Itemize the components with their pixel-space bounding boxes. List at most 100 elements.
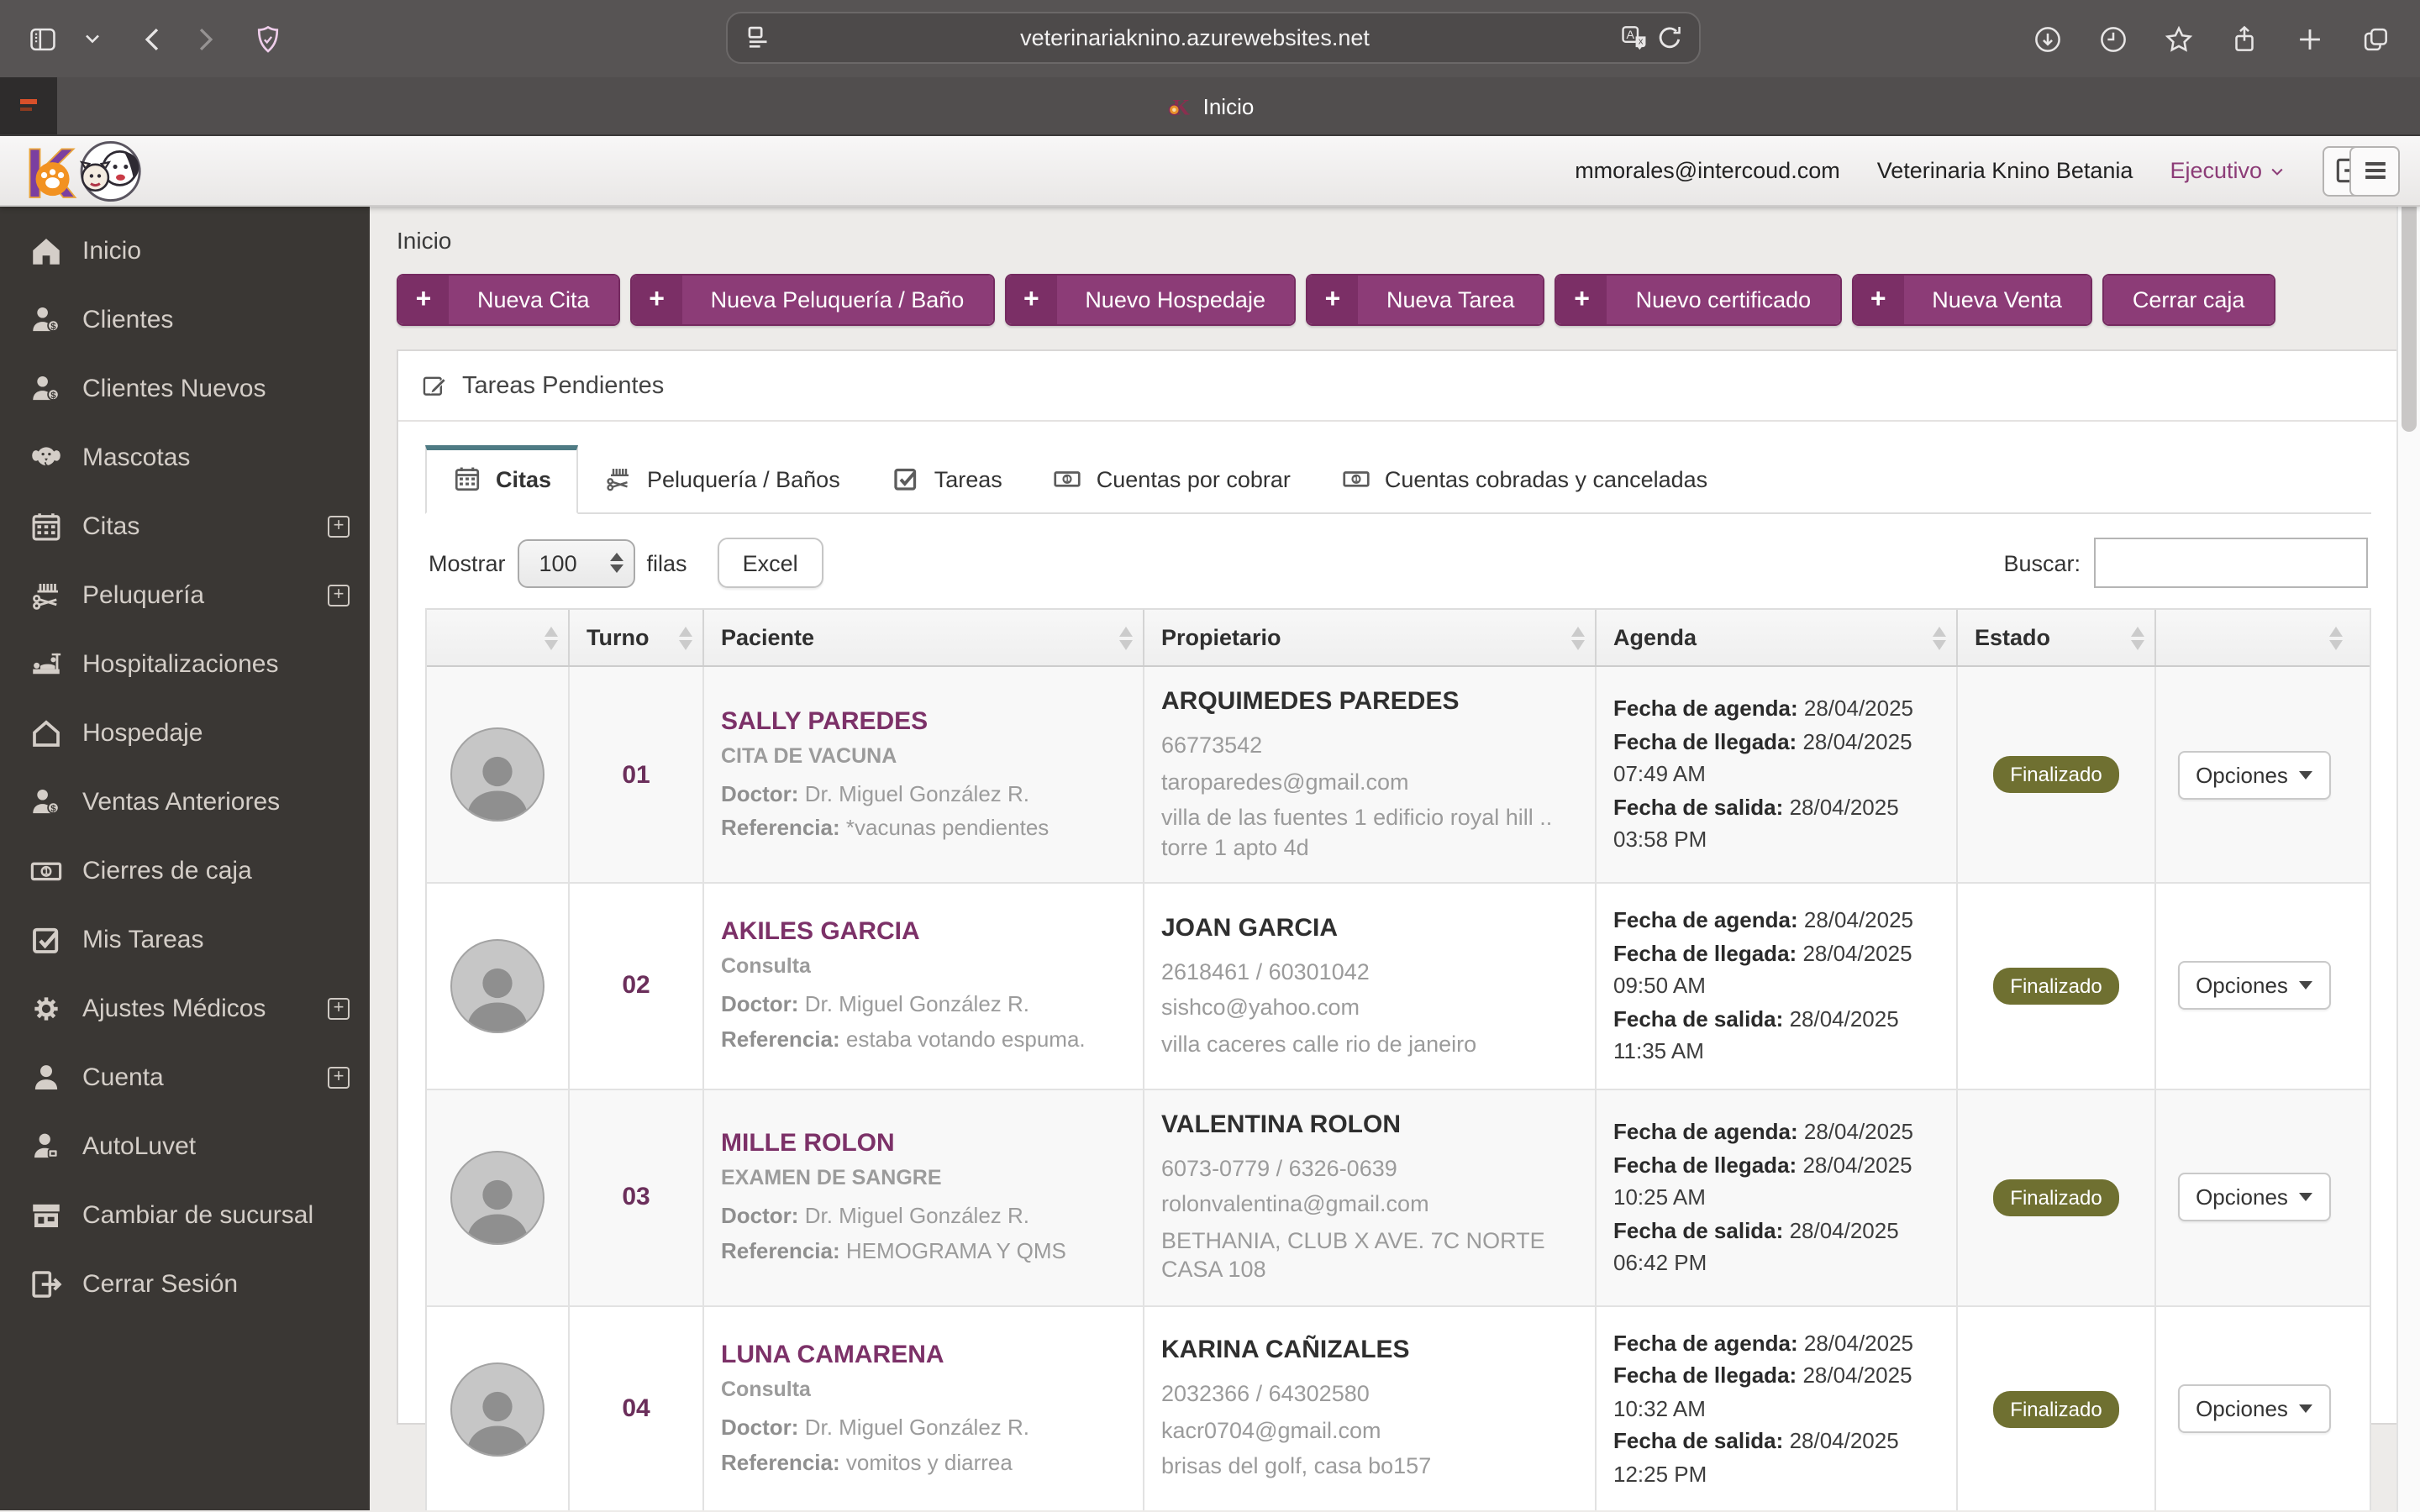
history-icon[interactable] — [2087, 13, 2138, 64]
table-row: 01 SALLY PAREDES CITA DE VACUNA Doctor: … — [427, 667, 2370, 885]
sidebar-item-peluqueria[interactable]: Peluquería + — [0, 561, 370, 630]
user-email: mmorales@intercoud.com — [1575, 158, 1840, 183]
panel-header: Tareas Pendientes — [398, 351, 2398, 422]
sidebar-item-ajustes-medicos[interactable]: Ajustes Médicos + — [0, 974, 370, 1043]
share-icon[interactable] — [2218, 13, 2269, 64]
caret-down-icon — [2299, 981, 2313, 990]
sidebar-item-citas[interactable]: Citas + — [0, 492, 370, 561]
sidebar-item-clientes[interactable]: $ Clientes + — [0, 286, 370, 354]
owner-name: KARINA CAÑIZALES — [1161, 1336, 1410, 1365]
opciones-button[interactable]: Opciones — [2177, 961, 2332, 1011]
table-row: 02 AKILES GARCIA Consulta Doctor: Dr. Mi… — [427, 884, 2370, 1090]
page-size-select[interactable]: 100 — [517, 538, 635, 587]
pet-avatar — [450, 938, 544, 1033]
downloads-icon[interactable] — [2022, 13, 2072, 64]
sort-icon — [1119, 626, 1133, 649]
plus-icon: + — [398, 276, 449, 324]
tab-peluqueria-banos[interactable]: Peluquería / Baños — [578, 445, 865, 512]
patient-name-link[interactable]: MILLE ROLON — [721, 1129, 1126, 1158]
col-turno[interactable]: Turno — [570, 610, 704, 665]
opciones-button[interactable]: Opciones — [2177, 1384, 2332, 1434]
col-avatar[interactable] — [427, 610, 570, 665]
table-row: 03 MILLE ROLON EXAMEN DE SANGRE Doctor: … — [427, 1089, 2370, 1307]
chevron-down-icon[interactable] — [67, 13, 118, 64]
action-button-cerrar-caja[interactable]: + Cerrar caja — [2102, 274, 2275, 326]
col-estado[interactable]: Estado — [1958, 610, 2156, 665]
action-button-nueva-cita[interactable]: + Nueva Cita — [397, 274, 620, 326]
chevron-down-icon — [2271, 167, 2283, 175]
sidebar-item-cambiar-de-sucursal[interactable]: Cambiar de sucursal + — [0, 1181, 370, 1250]
sidebar-toggle-icon[interactable] — [17, 13, 67, 64]
col-opciones[interactable] — [2156, 610, 2353, 665]
opciones-button[interactable]: Opciones — [2177, 750, 2332, 800]
tab-tareas[interactable]: Tareas — [865, 445, 1028, 512]
sidebar-item-cierres-de-caja[interactable]: 1 Cierres de caja + — [0, 837, 370, 906]
owner-email: kacr0704@gmail.com — [1161, 1417, 1381, 1443]
svg-text:1: 1 — [1065, 475, 1071, 485]
clients-icon: $ — [29, 785, 64, 820]
expand-plus-icon[interactable]: + — [328, 516, 350, 538]
sidebar-item-cuenta[interactable]: Cuenta + — [0, 1043, 370, 1112]
role-dropdown[interactable]: Ejecutivo — [2170, 158, 2286, 183]
reader-icon[interactable] — [741, 21, 775, 55]
sidebar-item-hospitalizaciones[interactable]: Hospitalizaciones + — [0, 630, 370, 699]
patient-name-link[interactable]: LUNA CAMARENA — [721, 1341, 1126, 1369]
tab-overview-icon[interactable] — [2349, 13, 2400, 64]
svg-text:1: 1 — [44, 867, 49, 877]
sidebar-item-hospedaje[interactable]: Hospedaje + — [0, 699, 370, 768]
app-logo[interactable]: K — [20, 137, 161, 204]
patient-name-link[interactable]: SALLY PAREDES — [721, 706, 1126, 735]
sidebar-item-autoluvet[interactable]: AutoLuvet + — [0, 1112, 370, 1181]
sidebar-item-ventas-anteriores[interactable]: $ Ventas Anteriores + — [0, 768, 370, 837]
departure-date: Fecha de salida: 28/04/2025 11:35 AM — [1613, 1005, 1899, 1064]
sidebar-item-inicio[interactable]: Inicio + — [0, 217, 370, 286]
hospital-icon — [29, 647, 64, 682]
turno-number: 01 — [622, 760, 650, 790]
address-bar[interactable]: veterinariaknino.azurewebsites.net Ax — [726, 12, 1701, 64]
col-agenda[interactable]: Agenda — [1597, 610, 1958, 665]
sidebar-item-label: Cerrar Sesión — [82, 1270, 239, 1299]
svg-text:$: $ — [50, 804, 56, 814]
sidebar-item-cerrar-sesion[interactable]: Cerrar Sesión + — [0, 1250, 370, 1319]
shield-extension-icon[interactable] — [242, 13, 292, 64]
action-button-nuevo-certificado[interactable]: + Nuevo certificado — [1555, 274, 1842, 326]
reload-icon[interactable] — [1652, 21, 1686, 55]
menu-button[interactable] — [2349, 145, 2400, 196]
plus-icon: + — [1307, 276, 1358, 324]
col-propietario[interactable]: Propietario — [1144, 610, 1597, 665]
expand-plus-icon[interactable]: + — [328, 998, 350, 1020]
agenda-date: Fecha de agenda: 28/04/2025 — [1613, 1119, 1914, 1145]
action-button-nuevo-hospedaje[interactable]: + Nuevo Hospedaje — [1004, 274, 1296, 326]
search-input[interactable] — [2094, 538, 2368, 588]
action-button-row: + Nueva Cita + Nueva Peluquería / Baño +… — [397, 274, 2420, 326]
turno-number: 04 — [622, 1394, 650, 1424]
back-icon[interactable] — [128, 13, 178, 64]
tab-cuentas-cobradas-y-canceladas[interactable]: 1 Cuentas cobradas y canceladas — [1316, 445, 1733, 512]
action-button-nueva-tarea[interactable]: + Nueva Tarea — [1305, 274, 1545, 326]
translate-icon[interactable]: Ax — [1615, 19, 1652, 56]
arrival-date: Fecha de llegada: 28/04/2025 07:49 AM — [1613, 728, 1912, 787]
new-tab-icon[interactable] — [2284, 13, 2334, 64]
expand-plus-icon[interactable]: + — [328, 1067, 350, 1089]
sidebar-item-mascotas[interactable]: Mascotas + — [0, 423, 370, 492]
excel-button[interactable]: Excel — [717, 538, 823, 588]
tab-cuentas-por-cobrar[interactable]: 1 Cuentas por cobrar — [1028, 445, 1316, 512]
expand-plus-icon[interactable]: + — [328, 585, 350, 606]
forward-icon[interactable] — [178, 13, 229, 64]
sidebar-item-mis-tareas[interactable]: Mis Tareas + — [0, 906, 370, 974]
patient-name-link[interactable]: AKILES GARCIA — [721, 918, 1126, 947]
col-paciente[interactable]: Paciente — [704, 610, 1144, 665]
bookmarks-star-icon[interactable] — [2153, 13, 2203, 64]
page-scrollbar[interactable] — [2396, 136, 2420, 1512]
plus-icon: + — [1853, 276, 1904, 324]
tab-citas[interactable]: Citas — [425, 445, 579, 514]
owner-phone: 6073-0779 / 6326-0639 — [1161, 1155, 1397, 1181]
owner-address: BETHANIA, CLUB X AVE. 7C NORTE CASA 108 — [1161, 1227, 1545, 1283]
browser-tab-inicio[interactable]: K Inicio — [0, 77, 2420, 134]
sidebar-item-clientes-nuevos[interactable]: $ Clientes Nuevos + — [0, 354, 370, 423]
arrival-date: Fecha de llegada: 28/04/2025 10:25 AM — [1613, 1152, 1912, 1210]
action-button-nueva-peluqueria-bano[interactable]: + Nueva Peluquería / Baño — [629, 274, 995, 326]
opciones-button[interactable]: Opciones — [2177, 1173, 2332, 1222]
action-button-nueva-venta[interactable]: + Nueva Venta — [1851, 274, 2092, 326]
panel-title: Tareas Pendientes — [462, 372, 665, 399]
